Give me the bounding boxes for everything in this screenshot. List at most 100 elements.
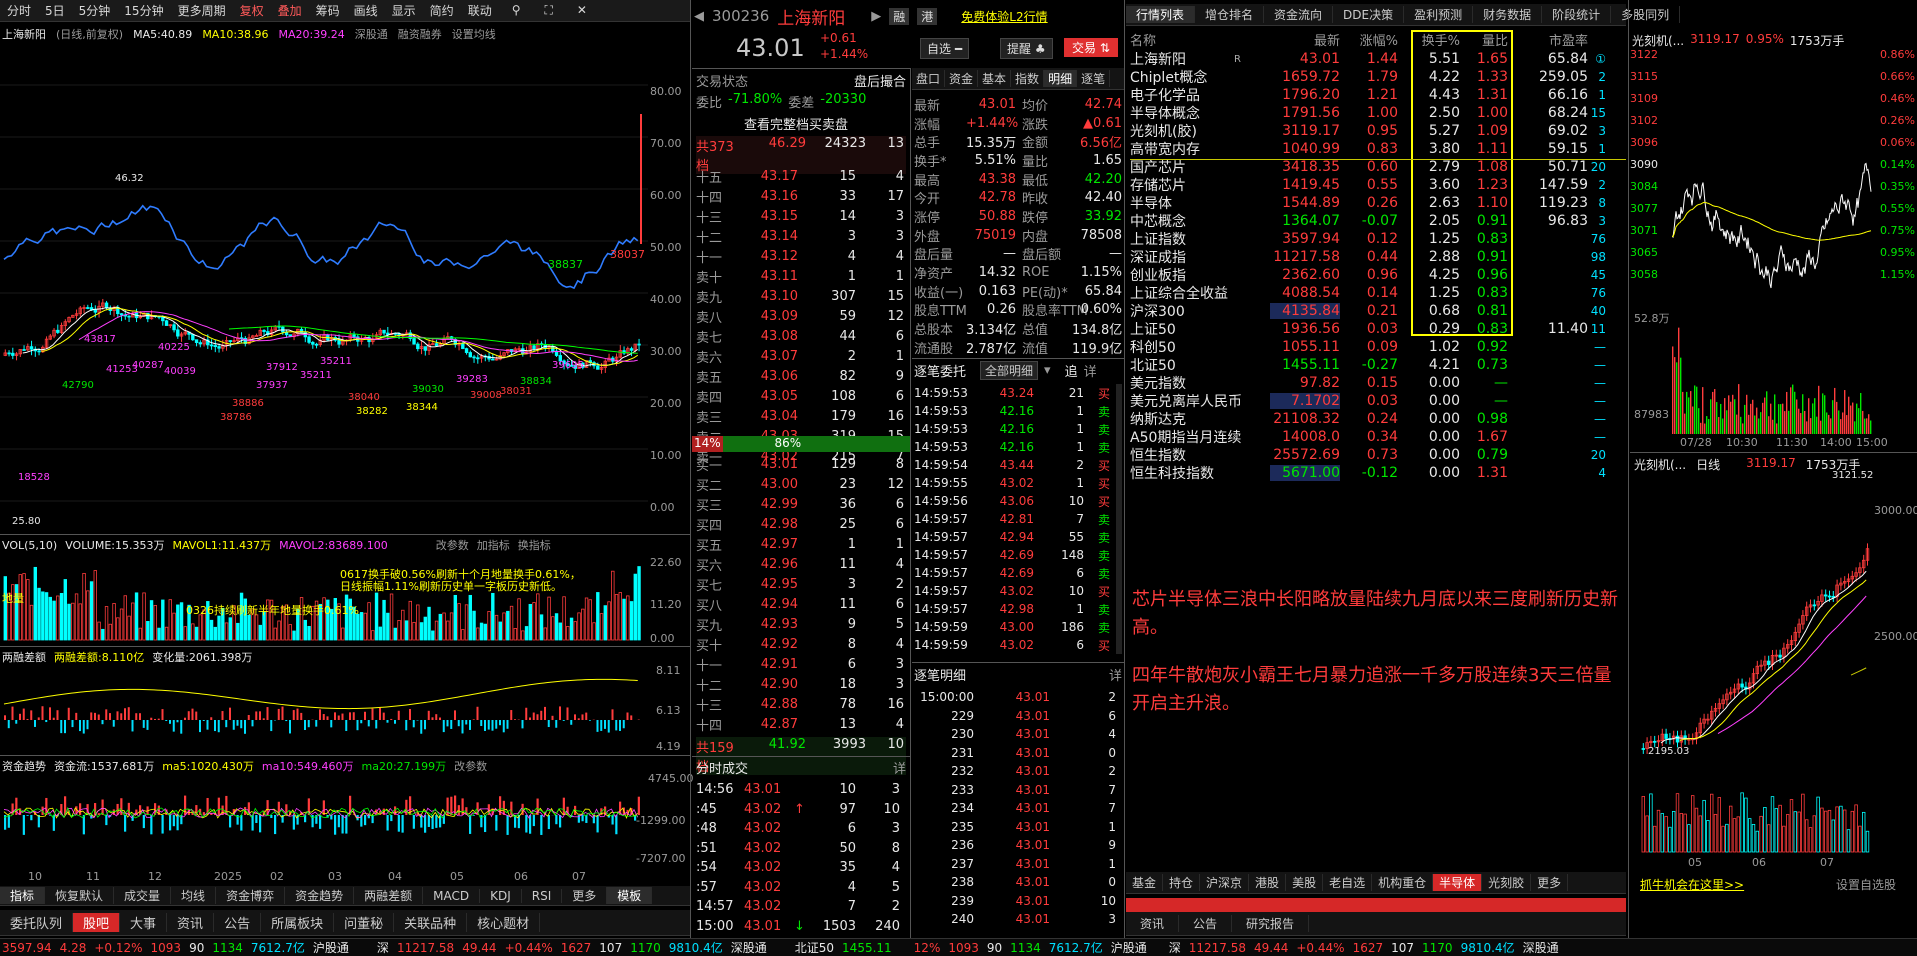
mini2-chart[interactable] [1632,472,1872,872]
market-row[interactable]: 上证50 1936.56 0.03 0.29 0.83 11.40 11 [1130,320,1630,338]
mini1-chart[interactable] [1672,48,1878,438]
ind-tab-index[interactable]: 指标 [0,887,46,904]
ask-row[interactable]: 卖六 43.07 2 1 [696,346,906,366]
market-row[interactable]: 光刻机(胶) 3119.17 0.95 5.27 1.09 69.02 3 [1130,122,1630,140]
market-row[interactable]: 上证指数 3597.94 0.12 1.25 0.83 76 [1130,230,1630,248]
mtab-dde[interactable]: DDE决策 [1333,6,1405,23]
zhubi-filter-select[interactable]: 全部明细 [980,361,1039,380]
qtab-basic[interactable]: 基本 [978,70,1012,87]
col-price[interactable]: 最新 [1270,30,1340,50]
rongzi-link[interactable]: 融资融券 [398,26,442,42]
stab-photo[interactable]: 光刻胶 [1482,874,1532,891]
stab-old[interactable]: 老自选 [1323,874,1373,891]
market-row[interactable]: Chiplet概念 1659.72 1.79 4.22 1.33 259.05 2 [1130,68,1630,86]
market-row[interactable]: 上证综合全收益 4088.54 0.14 1.25 0.83 76 [1130,284,1630,302]
ask-row[interactable]: 十四 43.16 33 17 [696,186,906,206]
ind-tab-fund-trend[interactable]: 资金趋势 [285,887,355,904]
btab-ask-board[interactable]: 问董秘 [334,913,395,932]
market-row[interactable]: 电子化学品 1796.20 1.21 4.43 1.31 66.16 1 [1130,86,1630,104]
market-row[interactable]: 存储芯片 1419.45 0.55 3.60 1.23 147.59 2 [1130,176,1630,194]
qtab-index[interactable]: 指数 [1011,70,1045,87]
tb-15min[interactable]: 15分钟 [117,2,170,19]
mtab-position[interactable]: 增仓排名 [1195,6,1265,23]
market-row[interactable]: 北证50 1455.11 -0.27 4.21 0.73 — [1130,356,1630,374]
r-hgt[interactable]: 沪股通 [1111,939,1147,956]
tb-draw[interactable]: 画线 [347,2,385,19]
maximize-icon[interactable]: ⛶ [538,3,560,18]
vol-add-indicator[interactable]: 加指标 [477,537,510,553]
market-row[interactable]: 国产芯片 3418.35 0.60 2.79 1.08 50.71 20 [1130,158,1630,176]
bid-row[interactable]: 买二 43.00 23 12 [696,474,906,494]
zhubi-scrollbar[interactable] [1116,384,1122,654]
market-row[interactable]: 恒生科技指数 5671.00 -0.12 0.00 1.31 4 [1130,464,1630,482]
ask-row[interactable]: 卖十 43.11 1 1 [696,266,906,286]
tb-fuquan[interactable]: 复权 [233,2,271,19]
stab-inst[interactable]: 机构重仓 [1372,874,1434,891]
bid-row[interactable]: 十三 42.88 78 16 [696,694,906,714]
market-row[interactable]: 美元指数 97.82 0.15 0.00 — — [1130,374,1630,392]
ask-row[interactable]: 卖九 43.10 307 15 [696,286,906,306]
r-sgt[interactable]: 深股通 [1523,939,1559,956]
btab-related[interactable]: 关联品种 [394,913,468,932]
bid-row[interactable]: 十四 42.87 13 4 [696,714,906,734]
bid-row[interactable]: 买八 42.94 11 6 [696,594,906,614]
market-row[interactable]: 纳斯达克 21108.32 0.24 0.00 0.98 — [1130,410,1630,428]
stab-fund[interactable]: 基金 [1126,874,1164,891]
mtab-finance[interactable]: 财务数据 [1473,6,1543,23]
hgt-label[interactable]: 沪股通 [313,939,349,956]
btab-events[interactable]: 大事 [120,913,168,932]
market-row[interactable]: 上海新阳 R 43.01 1.44 5.51 1.65 65.84 ① [1130,50,1630,68]
bid-row[interactable]: 买五 42.97 1 1 [696,534,906,554]
bid-row[interactable]: 买六 42.96 11 4 [696,554,906,574]
stab-us[interactable]: 美股 [1286,874,1324,891]
btab-guba[interactable]: 股吧 [73,913,121,932]
ask-row[interactable]: 十一 43.12 4 4 [696,246,906,266]
bid-row[interactable]: 买一 43.01 129 8 [696,454,906,474]
tb-link[interactable]: 联动 [461,2,499,19]
bid-row[interactable]: 买九 42.93 9 5 [696,614,906,634]
next-stock-icon[interactable]: ▶ [871,9,881,24]
settings-link[interactable]: 设置自选股 [1836,876,1896,893]
market-row[interactable]: 沪深300 4135.84 0.21 0.68 0.81 40 [1130,302,1630,320]
mingxi-detail-button[interactable]: 详 [1109,665,1122,684]
stab-hsj[interactable]: 沪深京 [1200,874,1250,891]
market-row[interactable]: 恒生指数 25572.69 0.73 0.00 0.79 20 [1130,446,1630,464]
add-watchlist-button[interactable]: 自选 ━ [920,38,970,59]
stab-hk[interactable]: 港股 [1249,874,1287,891]
market-row[interactable]: 半导体 1544.89 0.26 2.63 1.10 119.23 8 [1130,194,1630,212]
mtab-forecast[interactable]: 盈利预测 [1404,6,1474,23]
close-icon[interactable]: ✕ [570,3,594,18]
market-row[interactable]: 科创50 1055.11 0.09 1.02 0.92 — [1130,338,1630,356]
btab-sector[interactable]: 所属板块 [261,913,335,932]
ind-tab-fund-game[interactable]: 资金博弈 [216,887,286,904]
tb-chouma[interactable]: 筹码 [309,2,347,19]
ind-tab-macd[interactable]: MACD [423,888,481,903]
market-row[interactable]: 半导体概念 1791.56 1.00 2.50 1.00 68.24 15 [1130,104,1630,122]
chevron-down-icon[interactable]: ▾ [1044,363,1051,378]
ask-row[interactable]: 十五 43.17 15 4 [696,166,906,186]
full-queue-link[interactable]: 查看完整档买卖盘 [744,114,848,133]
fenshi-detail-button[interactable]: 详 [893,758,906,777]
ask-row[interactable]: 十二 43.14 3 3 [696,226,906,246]
stab-more[interactable]: 更多 [1531,874,1569,891]
stab-semi[interactable]: 半导体 [1433,874,1483,891]
ind-tab-margin[interactable]: 两融差额 [354,887,424,904]
col-name[interactable]: 名称 [1130,30,1270,50]
bid-row[interactable]: 买四 42.98 25 6 [696,514,906,534]
market-row[interactable]: A50期指当月连续 14008.0 0.34 0.00 1.67 — [1130,428,1630,446]
ask-row[interactable]: 卖四 43.05 108 6 [696,386,906,406]
ind-tab-ma[interactable]: 均线 [171,887,217,904]
sgt-label[interactable]: 深股通 [731,939,767,956]
btab-notice[interactable]: 公告 [214,913,262,932]
mtab-stage[interactable]: 阶段统计 [1542,6,1612,23]
mtab-list[interactable]: 行情列表 [1126,6,1196,23]
ind-tab-template[interactable]: 模板 [607,887,653,904]
ntab-report[interactable]: 研究报告 [1232,915,1310,932]
ask-row[interactable]: 卖七 43.08 44 6 [696,326,906,346]
ind-tab-kdj[interactable]: KDJ [480,888,522,903]
alert-button[interactable]: 提醒 ♣ [1000,38,1053,59]
market-row[interactable]: 创业板指 2362.60 0.96 4.25 0.96 45 [1130,266,1630,284]
bid-row[interactable]: 买三 42.99 36 6 [696,494,906,514]
qtab-detail[interactable]: 明细 [1044,70,1078,87]
setting-ma-link[interactable]: 设置均线 [452,26,496,42]
